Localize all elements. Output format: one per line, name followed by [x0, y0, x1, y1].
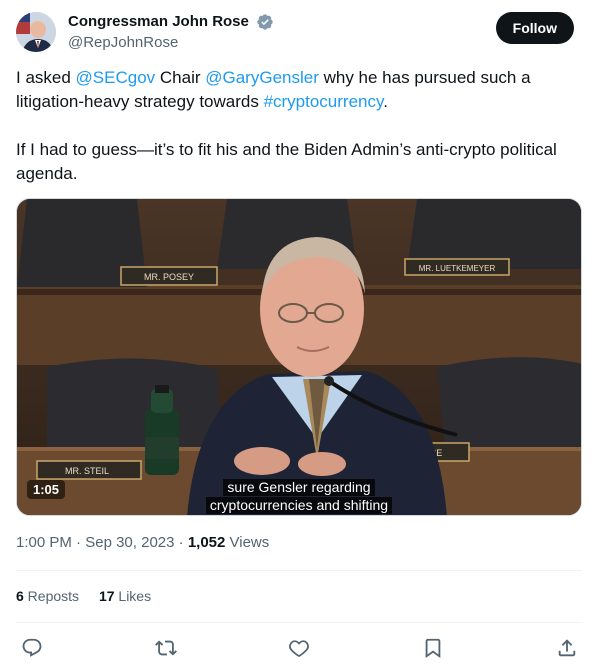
tweet-paragraph-1: I asked @SECgov Chair @GaryGensler why h…: [16, 66, 582, 114]
engagement-stats: 6 Reposts 17 Likes: [16, 586, 167, 606]
tweet-date[interactable]: Sep 30, 2023: [85, 534, 174, 551]
hashtag-cryptocurrency-link[interactable]: #cryptocurrency: [264, 92, 384, 111]
mention-garygensler-link[interactable]: @GaryGensler: [205, 68, 319, 87]
likes-count: 17: [98, 588, 115, 604]
repost-button[interactable]: [152, 634, 180, 662]
views-label: Views: [225, 534, 270, 551]
follow-button[interactable]: Follow: [495, 12, 574, 44]
nameplate-luetkemeyer: MR. LUETKEMEYER: [419, 264, 496, 273]
like-icon: [289, 640, 309, 658]
meta-separator: ·: [174, 534, 188, 551]
author-block: Congressman John Rose @RepJohnRose: [68, 12, 274, 53]
reposts-count: 6: [16, 588, 24, 604]
like-button[interactable]: [285, 634, 313, 662]
bookmark-button[interactable]: [419, 634, 447, 662]
tweet-time[interactable]: 1:00 PM: [16, 534, 72, 551]
reply-icon: [22, 638, 42, 657]
nameplate-posey: MR. POSEY: [144, 272, 194, 282]
tweet-text: I asked @SECgov Chair @GaryGensler why h…: [16, 66, 582, 186]
author-display-name[interactable]: Congressman John Rose: [68, 12, 249, 32]
caption-line-1: sure Gensler regarding: [223, 479, 375, 496]
caption-line-2: cryptocurrencies and shifting: [205, 497, 393, 514]
tweet-header: Congressman John Rose @RepJohnRose Follo…: [16, 12, 582, 56]
verified-badge-icon: [257, 14, 274, 30]
tweet-paragraph-2: If I had to guess—it’s to fit his and th…: [16, 140, 557, 183]
nameplate-steil: MR. STEIL: [65, 466, 109, 476]
share-button[interactable]: [553, 634, 581, 662]
likes-stat[interactable]: 17 Likes: [99, 588, 151, 604]
reply-button[interactable]: [18, 634, 46, 662]
reposts-label: Reposts: [23, 588, 80, 604]
text-segment: .: [383, 92, 388, 111]
divider: [16, 622, 582, 623]
video-frame: MR. POSEY MR. LUETKEMEYER MR. STEIL MR. …: [17, 199, 581, 515]
action-bar: [16, 634, 582, 662]
author-handle[interactable]: @RepJohnRose: [68, 33, 274, 53]
video-caption: sure Gensler regarding cryptocurrencies …: [17, 479, 581, 515]
tweet-meta: 1:00 PM · Sep 30, 2023 · 1,052 Views: [16, 533, 269, 553]
share-icon: [558, 639, 576, 657]
text-segment: Chair: [155, 68, 206, 87]
divider: [16, 570, 582, 571]
video-player[interactable]: MR. POSEY MR. LUETKEMEYER MR. STEIL MR. …: [16, 198, 582, 516]
mention-secgov-link[interactable]: @SECgov: [76, 68, 156, 87]
repost-icon: [155, 640, 177, 656]
reposts-stat[interactable]: 6 Reposts: [16, 588, 79, 604]
meta-separator: ·: [71, 534, 86, 551]
text-segment: I asked: [16, 68, 76, 87]
avatar[interactable]: [16, 12, 56, 52]
views-count: 1,052: [187, 534, 226, 551]
bookmark-icon: [425, 638, 441, 659]
likes-label: Likes: [114, 588, 152, 604]
